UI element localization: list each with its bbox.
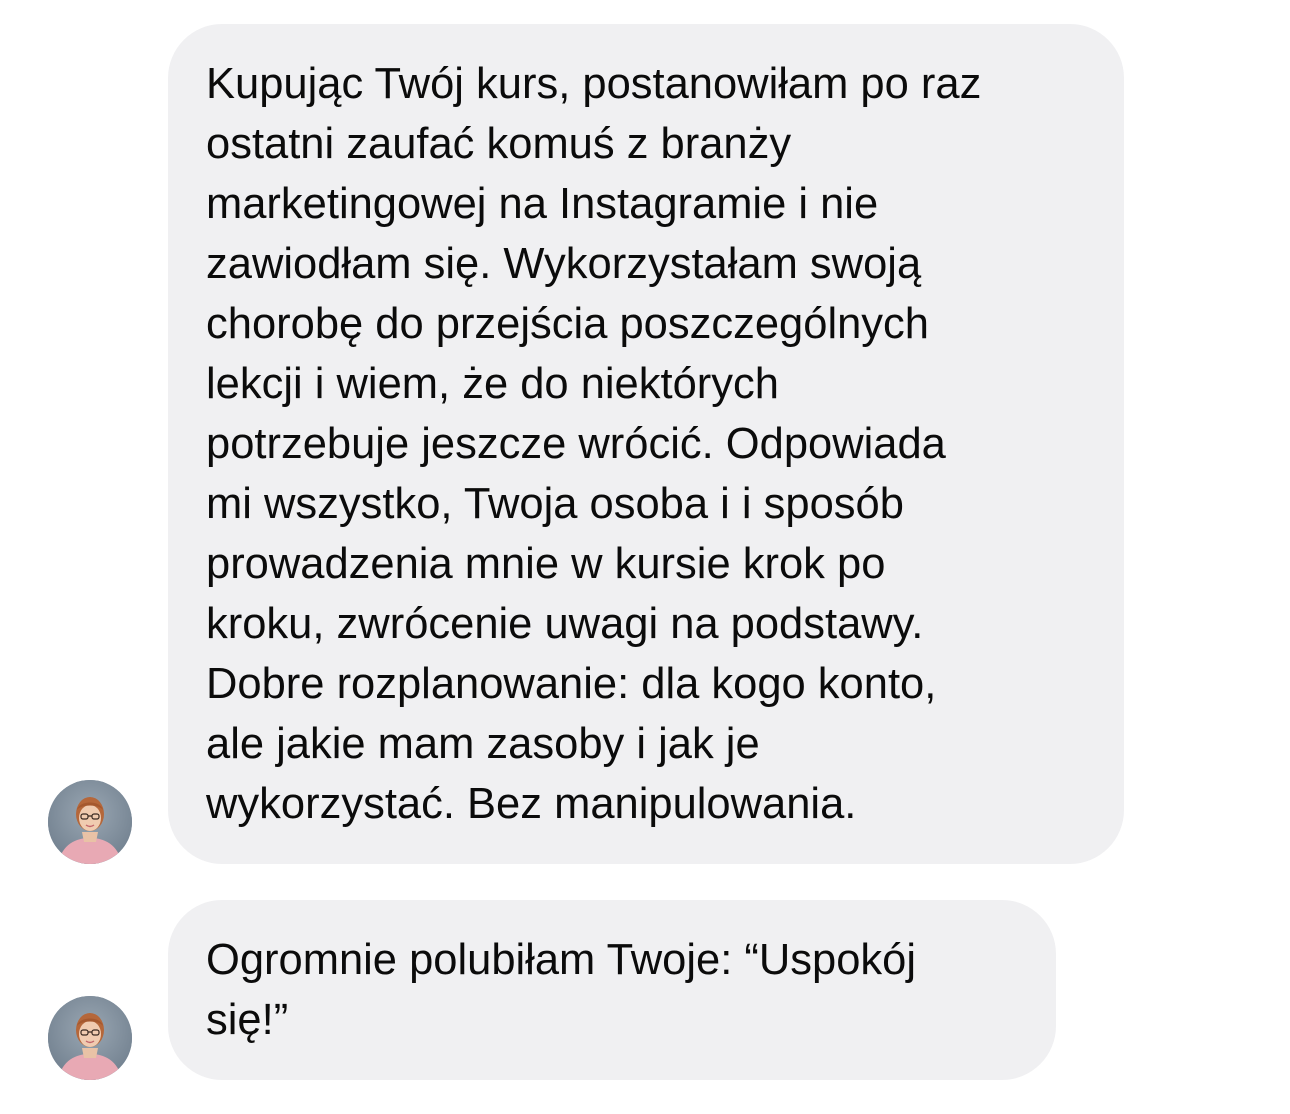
sender-avatar-icon[interactable]	[48, 780, 132, 864]
message-row: Kupując Twój kurs, postanowiłam po raz o…	[0, 0, 1290, 880]
message-bubble[interactable]: Kupując Twój kurs, postanowiłam po raz o…	[168, 24, 1124, 864]
sender-avatar-icon[interactable]	[48, 996, 132, 1080]
message-row: Ogromnie polubiłam Twoje: “Uspokój się!”	[0, 880, 1290, 1114]
message-bubble[interactable]: Ogromnie polubiłam Twoje: “Uspokój się!”	[168, 900, 1056, 1080]
message-text: Kupując Twój kurs, postanowiłam po raz o…	[206, 60, 982, 828]
chat-thread: Kupując Twój kurs, postanowiłam po raz o…	[0, 0, 1290, 1114]
message-text: Ogromnie polubiłam Twoje: “Uspokój się!”	[206, 936, 917, 1044]
